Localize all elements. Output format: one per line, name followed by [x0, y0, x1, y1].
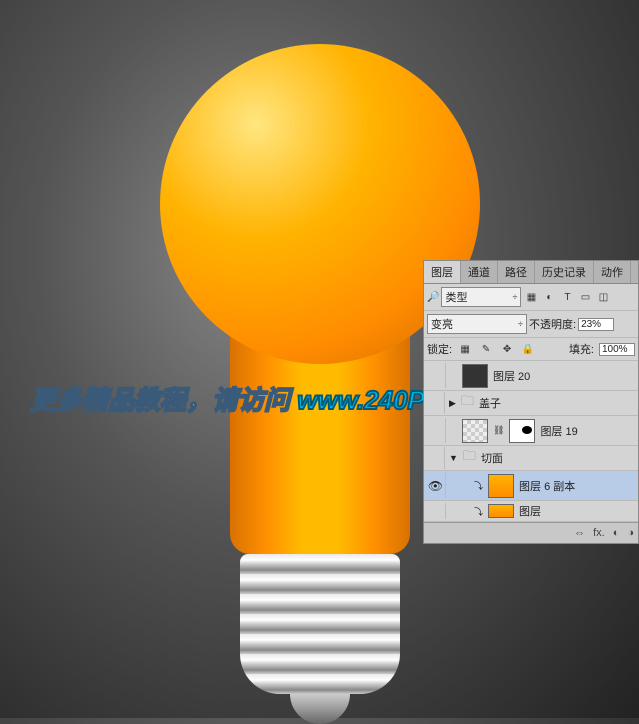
filter-shape-icon[interactable]: ▭ [577, 289, 593, 305]
layer-thumbnail[interactable] [462, 419, 488, 443]
visibility-toggle[interactable] [425, 392, 445, 414]
mask-icon[interactable]: ◐ [613, 527, 620, 539]
bulb-neck [230, 334, 410, 554]
lock-all-icon[interactable]: 🔒 [520, 341, 536, 357]
panel-tabs: 图层 通道 路径 历史记录 动作 [424, 261, 638, 284]
expand-arrow-icon[interactable]: ▶ [449, 398, 456, 409]
visibility-toggle[interactable] [426, 418, 446, 443]
tab-history[interactable]: 历史记录 [535, 261, 594, 283]
visibility-toggle[interactable]: 👁 [426, 473, 446, 498]
filter-smart-icon[interactable]: ◫ [595, 289, 611, 305]
bulb-screw-base [240, 554, 400, 694]
folder-icon: 🗀 [463, 447, 476, 469]
layer-name[interactable]: 图层 20 [493, 368, 530, 384]
lock-position-icon[interactable]: ✥ [499, 341, 515, 357]
blend-row: 变亮 不透明度: 23% [424, 311, 638, 338]
filter-row: 🔎 类型 ▦ ◐ T ▭ ◫ [424, 284, 638, 311]
layer-name[interactable]: 图层 [519, 503, 541, 519]
layer-name[interactable]: 盖子 [479, 395, 501, 411]
visibility-toggle[interactable] [425, 447, 445, 469]
filter-pixel-icon[interactable]: ▦ [523, 289, 539, 305]
visibility-toggle[interactable] [426, 363, 446, 388]
layer-row-partial[interactable]: ⤵ 图层 [424, 501, 638, 522]
layer-name[interactable]: 图层 6 副本 [519, 478, 575, 494]
layer-group-gaizi[interactable]: ▶ 🗀 盖子 [424, 391, 638, 416]
visibility-toggle[interactable] [426, 503, 446, 519]
clip-indicator-icon: ⤵ [474, 505, 483, 518]
expand-arrow-icon[interactable]: ▼ [449, 453, 458, 463]
mask-thumbnail[interactable] [509, 419, 535, 443]
search-icon[interactable]: 🔎 [427, 292, 439, 303]
layer-row-19[interactable]: ⛓ 图层 19 [424, 416, 638, 446]
tab-actions[interactable]: 动作 [594, 261, 631, 283]
opacity-input[interactable]: 23% [578, 318, 614, 331]
layer-thumbnail[interactable] [462, 364, 488, 388]
filter-adjust-icon[interactable]: ◐ [541, 289, 557, 305]
layer-name[interactable]: 图层 19 [540, 423, 577, 439]
layer-name[interactable]: 切面 [481, 450, 503, 466]
layer-thumbnail[interactable] [488, 474, 514, 498]
eye-icon: 👁 [428, 479, 443, 493]
lock-label: 锁定: [427, 341, 452, 357]
tab-channels[interactable]: 通道 [461, 261, 498, 283]
lock-pixels-icon[interactable]: ▦ [457, 341, 473, 357]
layer-fx-icon[interactable]: fx. [593, 527, 605, 539]
filter-type-label: 类型 [445, 289, 467, 305]
filter-type-icon[interactable]: T [559, 289, 575, 305]
filter-type-dropdown[interactable]: 类型 [441, 287, 521, 307]
tab-paths[interactable]: 路径 [498, 261, 535, 283]
layers-panel: 图层 通道 路径 历史记录 动作 🔎 类型 ▦ ◐ T ▭ ◫ 变亮 不透明度:… [423, 260, 639, 544]
bulb-tip [290, 694, 350, 724]
document-canvas[interactable]: 更多精品教程，请访问 www.240PS.com 图层 通道 路径 历史记录 动… [0, 0, 639, 718]
layer-row-6-copy[interactable]: 👁 ⤵ 图层 6 副本 [424, 471, 638, 501]
folder-icon: 🗀 [461, 392, 474, 414]
link-layers-icon[interactable]: ⇔ [574, 527, 585, 539]
link-icon: ⛓ [493, 425, 504, 436]
layer-list: 图层 20 ▶ 🗀 盖子 ⛓ 图层 19 [424, 361, 638, 522]
layer-row-20[interactable]: 图层 20 [424, 361, 638, 391]
adjustment-icon[interactable]: ◑ [627, 527, 634, 539]
panel-footer: ⇔ fx. ◐ ◑ [424, 522, 638, 543]
watermark-label: 更多精品教程，请访问 [30, 385, 297, 415]
layer-group-qiemian[interactable]: ▼ 🗀 切面 [424, 446, 638, 471]
tab-layers[interactable]: 图层 [424, 261, 461, 283]
clip-indicator-icon: ⤵ [474, 479, 483, 492]
lock-brush-icon[interactable]: ✎ [478, 341, 494, 357]
blend-mode-value: 变亮 [431, 316, 453, 332]
fill-label: 填充: [569, 341, 594, 357]
lock-row: 锁定: ▦ ✎ ✥ 🔒 填充: 100% [424, 338, 638, 361]
fill-input[interactable]: 100% [599, 343, 635, 356]
layer-thumbnail[interactable] [488, 504, 514, 518]
blend-mode-dropdown[interactable]: 变亮 [427, 314, 527, 334]
opacity-label: 不透明度: [529, 316, 576, 332]
